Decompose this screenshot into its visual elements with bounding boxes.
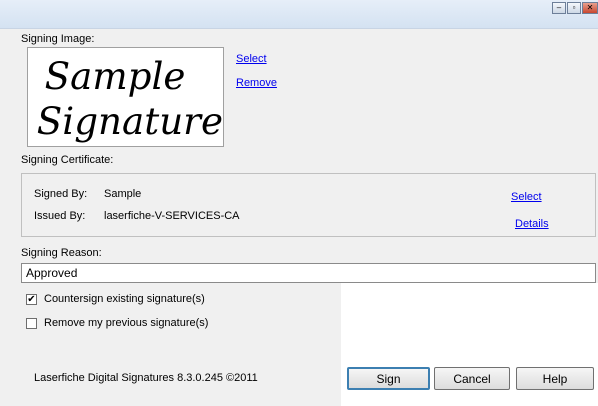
certificate-details-link[interactable]: Details [515, 218, 549, 230]
signed-by-value: Sample [104, 188, 142, 200]
remove-previous-checkbox[interactable] [26, 318, 37, 329]
signing-certificate-label: Signing Certificate: [21, 154, 114, 166]
maximize-icon[interactable]: ▫ [567, 2, 581, 14]
sign-button[interactable]: Sign [347, 367, 430, 390]
issued-by-label: Issued By: [34, 210, 86, 222]
signature-image: Sample Signature. [37, 54, 223, 143]
version-text: Laserfiche Digital Signatures 8.3.0.245 … [34, 372, 258, 384]
select-certificate-link[interactable]: Select [511, 191, 542, 203]
help-button[interactable]: Help [516, 367, 594, 390]
countersign-label[interactable]: Countersign existing signature(s) [44, 293, 205, 305]
close-icon[interactable]: ✕ [582, 2, 598, 14]
signature-image-box: Sample Signature. [27, 47, 224, 147]
svg-text:Sample: Sample [45, 54, 186, 98]
select-image-link[interactable]: Select [236, 53, 267, 65]
countersign-checkbox[interactable]: ✔ [26, 294, 37, 305]
signed-by-label: Signed By: [34, 188, 88, 200]
title-bar: – ▫ ✕ [0, 0, 598, 29]
issued-by-value: laserfiche-V-SERVICES-CA [104, 210, 240, 222]
window-controls: – ▫ ✕ [551, 2, 598, 14]
cancel-button[interactable]: Cancel [434, 367, 510, 390]
remove-previous-label[interactable]: Remove my previous signature(s) [44, 317, 208, 329]
signing-dialog: – ▫ ✕ Signing Image: Sample Signature. S… [0, 0, 598, 406]
signing-image-label: Signing Image: [21, 33, 95, 45]
minimize-icon[interactable]: – [552, 2, 566, 14]
remove-image-link[interactable]: Remove [236, 77, 277, 89]
signing-reason-label: Signing Reason: [21, 247, 102, 259]
svg-text:Signature.: Signature. [37, 99, 223, 143]
signing-reason-input[interactable]: Approved [21, 263, 596, 283]
certificate-group [21, 173, 596, 237]
